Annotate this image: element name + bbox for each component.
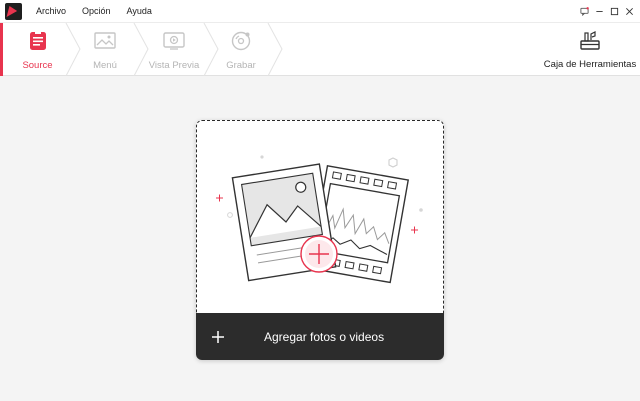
close-icon xyxy=(626,7,633,15)
toolbox-button[interactable]: Caja de Herramientas xyxy=(540,23,640,76)
window-controls xyxy=(578,5,640,18)
app-logo-icon xyxy=(5,2,22,20)
title-bar: Archivo Opción Ayuda xyxy=(0,0,640,23)
feedback-icon xyxy=(580,6,589,16)
maximize-button[interactable] xyxy=(608,5,621,18)
close-button[interactable] xyxy=(623,5,636,18)
step-preview[interactable]: Vista Previa xyxy=(138,23,210,76)
plus-icon xyxy=(208,327,228,347)
menu-item-archivo[interactable]: Archivo xyxy=(28,6,74,16)
minimize-icon xyxy=(596,10,603,12)
step-burn[interactable]: Grabar xyxy=(206,23,276,76)
menu-image-icon xyxy=(94,30,116,52)
step-source-label: Source xyxy=(22,60,53,71)
step-preview-label: Vista Previa xyxy=(148,60,200,71)
maximize-icon xyxy=(610,7,619,15)
toolbox-icon xyxy=(579,30,601,52)
burn-disc-icon xyxy=(230,30,252,52)
toolbox-label: Caja de Herramientas xyxy=(543,59,637,70)
step-menu-label: Menú xyxy=(93,60,117,71)
step-toolbar: Source Menú Vista Previa Grabar Caja de … xyxy=(0,23,640,76)
add-media-illustration xyxy=(216,155,423,284)
menu-bar: Archivo Opción Ayuda xyxy=(28,6,160,16)
source-file-icon xyxy=(27,30,49,52)
step-burn-label: Grabar xyxy=(226,60,256,71)
feedback-button[interactable] xyxy=(578,5,591,18)
add-media-label: Agregar fotos o videos xyxy=(264,329,385,344)
menu-item-ayuda[interactable]: Ayuda xyxy=(119,6,160,16)
menu-item-opcion[interactable]: Opción xyxy=(74,6,119,16)
step-source[interactable]: Source xyxy=(0,23,72,76)
step-menu[interactable]: Menú xyxy=(72,23,138,76)
preview-screen-icon xyxy=(163,30,185,52)
minimize-button[interactable] xyxy=(593,5,606,18)
add-media-button[interactable]: Agregar fotos o videos xyxy=(196,313,444,360)
media-drop-zone[interactable]: Agregar fotos o videos xyxy=(196,120,444,360)
